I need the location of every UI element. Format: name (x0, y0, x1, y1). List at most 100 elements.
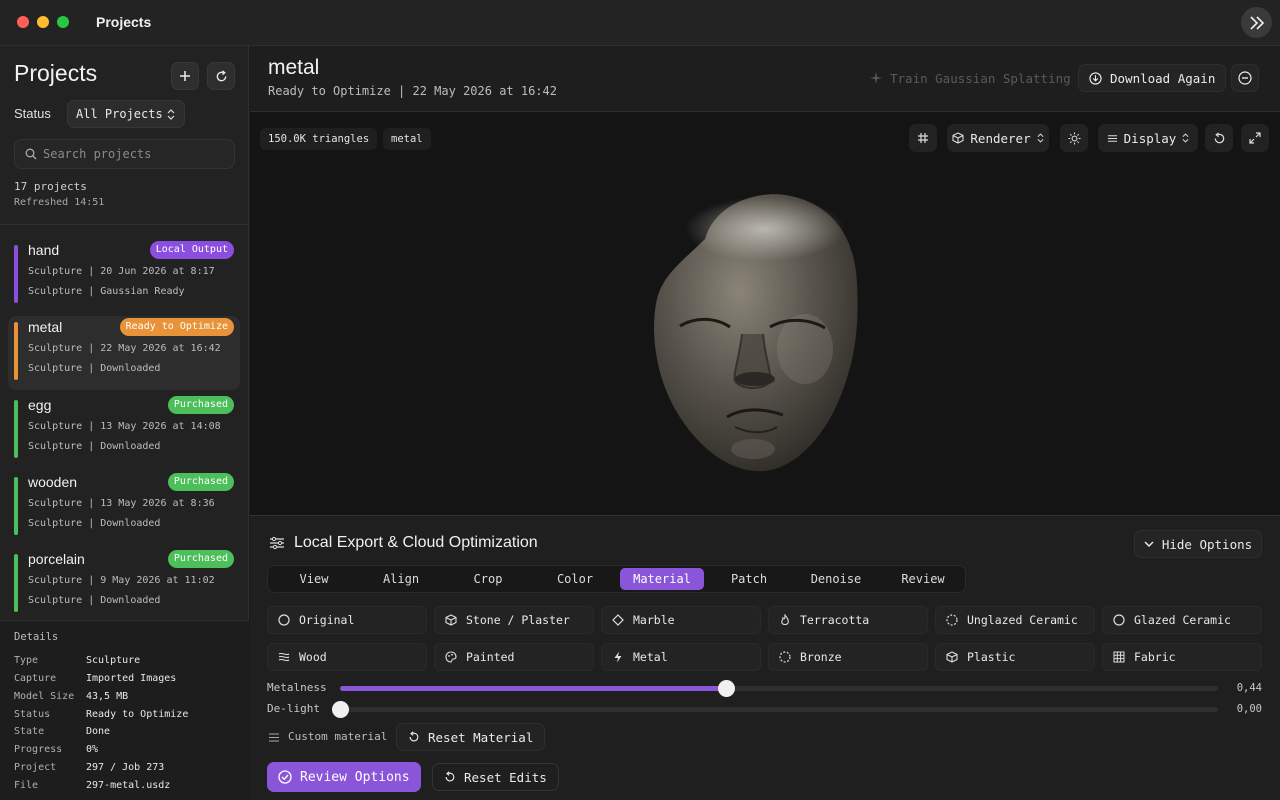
hide-options-label: Hide Options (1161, 536, 1253, 552)
review-options-button[interactable]: Review Options (267, 762, 421, 792)
status-filter-select[interactable]: All Projects (67, 100, 185, 128)
search-box[interactable] (14, 139, 235, 169)
add-project-button[interactable] (171, 62, 199, 90)
details-heading: Details (14, 631, 59, 643)
sun-icon (1067, 131, 1081, 145)
project-item-metal[interactable]: metal Ready to Optimize Sculpture | 22 M… (8, 316, 240, 390)
material-original[interactable]: Original (267, 606, 427, 634)
metalness-label: Metalness (267, 681, 327, 694)
metalness-slider-fill (340, 686, 727, 691)
reset-view-button[interactable] (1205, 124, 1233, 152)
project-item-egg[interactable]: egg Purchased Sculpture | 13 May 2026 at… (8, 394, 240, 468)
window-controls (17, 16, 69, 28)
reset-edits-button[interactable]: Reset Edits (432, 763, 559, 791)
search-icon (25, 148, 37, 160)
project-item-wooden[interactable]: wooden Purchased Sculpture | 13 May 2026… (8, 471, 240, 545)
material-terracotta[interactable]: Terracotta (768, 606, 928, 634)
status-badge: Purchased (167, 550, 234, 568)
reset-edits-label: Reset Edits (464, 769, 547, 785)
material-unglazed-ceramic[interactable]: Unglazed Ceramic (935, 606, 1095, 634)
train-gaussian-button[interactable]: Train Gaussian Splatting (860, 64, 1081, 92)
material-metal[interactable]: Metal (601, 643, 761, 671)
project-meta-line: Sculpture | 13 May 2026 at 14:08 (28, 421, 221, 432)
de-light-slider[interactable] (332, 701, 1218, 718)
material-stone-plaster[interactable]: Stone / Plaster (434, 606, 594, 634)
project-color-bar (14, 400, 18, 458)
material-wood[interactable]: Wood (267, 643, 427, 671)
minimize-window-button[interactable] (37, 16, 49, 28)
status-filter-value: All Projects (76, 107, 163, 121)
display-select[interactable]: Display (1098, 124, 1198, 152)
flame-icon (781, 614, 789, 626)
grid-toggle-button[interactable] (909, 124, 937, 152)
material-bronze[interactable]: Bronze (768, 643, 928, 671)
metal-face-model (654, 194, 858, 472)
project-meta-line: Sculpture | Downloaded (28, 363, 161, 374)
project-name: wooden (28, 474, 78, 490)
tab-review[interactable]: Review (881, 568, 965, 590)
project-header: metal Ready to Optimize | 22 May 2026 at… (250, 46, 1280, 112)
tab-color[interactable]: Color (533, 568, 617, 590)
download-again-button[interactable]: Download Again (1078, 64, 1227, 92)
project-color-bar (14, 554, 18, 612)
diamond-icon (612, 614, 624, 626)
material-painted[interactable]: Painted (434, 643, 594, 671)
option-tabs: View Align Crop Color Material Patch Den… (267, 565, 966, 593)
palette-icon (445, 651, 457, 663)
double-chevron-right-icon (1249, 15, 1264, 30)
material-plastic[interactable]: Plastic (935, 643, 1095, 671)
project-name: metal (28, 319, 63, 335)
more-options-button[interactable] (1231, 64, 1259, 92)
3d-viewport[interactable]: 150.0K triangles metal Renderer Display (250, 113, 1280, 515)
tab-material[interactable]: Material (620, 568, 704, 590)
status-badge: Purchased (167, 396, 234, 414)
fullscreen-button[interactable] (1241, 124, 1269, 152)
de-light-slider-handle[interactable] (332, 701, 349, 718)
hide-options-button[interactable]: Hide Options (1134, 530, 1262, 558)
custom-material-label: Custom material (288, 730, 388, 743)
tab-patch[interactable]: Patch (707, 568, 791, 590)
detail-row-capture: Capture Imported Images (14, 673, 177, 684)
material-label: Bronze (800, 650, 842, 664)
circle-icon (1113, 614, 1125, 626)
cube-icon (445, 614, 457, 626)
renderer-select[interactable]: Renderer (947, 124, 1049, 152)
project-item-porcelain[interactable]: porcelain Purchased Sculpture | 9 May 20… (8, 548, 240, 622)
page-title: metal (268, 56, 320, 79)
tab-view[interactable]: View (272, 568, 356, 590)
triangle-count-chip: 150.0K triangles (260, 128, 378, 150)
metalness-slider-handle[interactable] (718, 680, 736, 697)
close-window-button[interactable] (17, 16, 29, 28)
material-label: Stone / Plaster (466, 613, 570, 627)
renderer-label: Renderer (970, 130, 1031, 146)
detail-row-model-size: Model Size 43,5 MB (14, 691, 129, 702)
tab-align[interactable]: Align (359, 568, 443, 590)
sidebar-title: Projects (14, 60, 98, 86)
search-input[interactable] (43, 147, 223, 161)
metalness-slider[interactable] (340, 680, 1218, 697)
tab-crop[interactable]: Crop (446, 568, 530, 590)
detail-row-project: Project 297 / Job 273 (14, 762, 165, 773)
expand-panel-button[interactable] (1241, 7, 1272, 38)
material-label: Glazed Ceramic (1134, 613, 1231, 627)
material-label: Original (299, 613, 355, 627)
chevron-updown-icon (1182, 133, 1189, 143)
project-item-hand[interactable]: hand Local Output Sculpture | 20 Jun 202… (8, 239, 240, 313)
material-label: Marble (633, 613, 675, 627)
zoom-window-button[interactable] (57, 16, 69, 28)
project-count: 17 projects (14, 180, 87, 193)
chevron-down-icon (1144, 541, 1154, 547)
reset-material-button[interactable]: Reset Material (396, 723, 546, 751)
material-marble[interactable]: Marble (601, 606, 761, 634)
window-title: Projects (96, 14, 152, 30)
material-fabric[interactable]: Fabric (1102, 643, 1262, 671)
material-glazed-ceramic[interactable]: Glazed Ceramic (1102, 606, 1262, 634)
display-label: Display (1123, 130, 1177, 146)
dashed-circle-icon (779, 651, 791, 663)
refresh-icon (216, 69, 226, 81)
main-area: metal Ready to Optimize | 22 May 2026 at… (250, 46, 1280, 800)
refresh-projects-button[interactable] (207, 62, 235, 90)
grid-icon (1113, 651, 1125, 663)
tab-denoise[interactable]: Denoise (794, 568, 878, 590)
lighting-button[interactable] (1060, 124, 1088, 152)
